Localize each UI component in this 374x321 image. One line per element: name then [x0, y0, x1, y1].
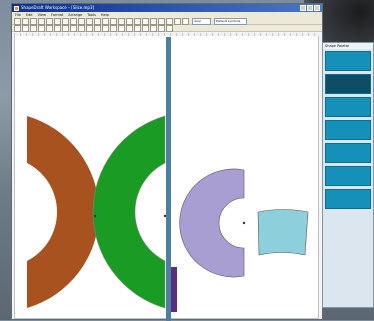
print-icon[interactable] — [38, 17, 45, 25]
green-arc-shape[interactable] — [92, 115, 166, 309]
pointer-icon[interactable] — [86, 17, 93, 25]
align-left-icon[interactable] — [38, 24, 45, 32]
snap-icon[interactable] — [166, 24, 173, 32]
undo-icon[interactable] — [70, 17, 77, 25]
minimize-icon[interactable] — [300, 5, 306, 11]
underline-icon[interactable] — [30, 24, 37, 32]
horizontal-ruler — [14, 33, 319, 36]
ellipse-icon[interactable] — [118, 17, 125, 25]
line-icon[interactable] — [102, 17, 109, 25]
font-name-combo[interactable]: Default symbols — [214, 17, 247, 25]
polygon-icon[interactable] — [118, 24, 125, 32]
arrow-icon[interactable] — [158, 24, 165, 32]
arc-icon[interactable] — [110, 24, 117, 32]
rotate-icon[interactable] — [94, 24, 101, 32]
send-back-icon[interactable] — [86, 24, 93, 32]
selection-handle[interactable] — [242, 221, 246, 225]
shadow-icon[interactable] — [134, 24, 141, 32]
shape-palette-panel: Shape Palette — [322, 42, 374, 308]
paste-icon[interactable] — [62, 17, 69, 25]
curve-icon[interactable] — [126, 24, 133, 32]
close-icon[interactable] — [314, 5, 320, 11]
brown-arc-shape[interactable] — [27, 116, 99, 308]
lavender-arc-shape[interactable] — [179, 168, 245, 278]
flip-icon[interactable] — [102, 24, 109, 32]
save-icon[interactable] — [30, 17, 37, 25]
app-window: ShapeDraft Workspace – [Slice.mp3] File … — [11, 3, 323, 321]
align-center-icon[interactable] — [46, 24, 53, 32]
line-style-icon[interactable] — [150, 24, 157, 32]
window-title: ShapeDraft Workspace – [Slice.mp3] — [21, 5, 95, 10]
cut-icon[interactable] — [46, 17, 53, 25]
palette-swatch[interactable] — [325, 120, 371, 140]
format-toolbar — [12, 24, 322, 32]
palette-swatch[interactable] — [325, 51, 371, 71]
grid-icon[interactable] — [150, 17, 157, 25]
italic-icon[interactable] — [22, 24, 29, 32]
panel-title: Shape Palette — [323, 43, 373, 49]
fill-icon[interactable] — [158, 17, 165, 25]
font-size-combo[interactable]: Arial — [192, 17, 211, 25]
rectangle-icon[interactable] — [110, 17, 117, 25]
color-icon[interactable] — [142, 24, 149, 32]
text-icon[interactable] — [126, 17, 133, 25]
bold-icon[interactable] — [14, 24, 21, 32]
bring-front-icon[interactable] — [78, 24, 85, 32]
palette-swatch[interactable] — [325, 166, 371, 186]
title-bar: ShapeDraft Workspace – [Slice.mp3] — [12, 4, 322, 12]
align-right-icon[interactable] — [54, 24, 61, 32]
palette-swatch[interactable] — [325, 97, 371, 117]
palette-swatch[interactable] — [325, 189, 371, 209]
purple-bar-shape[interactable] — [171, 267, 177, 312]
group-icon[interactable] — [62, 24, 69, 32]
new-icon[interactable] — [14, 17, 21, 25]
app-icon — [14, 5, 19, 11]
stroke-icon[interactable] — [166, 17, 173, 25]
layers-icon[interactable] — [174, 17, 181, 25]
palette-swatch[interactable] — [325, 143, 371, 163]
zoom-icon[interactable] — [142, 17, 149, 25]
redo-icon[interactable] — [78, 17, 85, 25]
maximize-icon[interactable] — [307, 5, 313, 11]
ungroup-icon[interactable] — [70, 24, 77, 32]
open-icon[interactable] — [22, 17, 29, 25]
selection-handle[interactable] — [93, 214, 97, 218]
copy-icon[interactable] — [54, 17, 61, 25]
lightblue-sector-shape[interactable] — [257, 209, 309, 256]
palette-swatch[interactable] — [325, 74, 371, 94]
connector-icon[interactable] — [134, 17, 141, 25]
help-icon[interactable] — [182, 17, 189, 25]
pencil-icon[interactable] — [94, 17, 101, 25]
